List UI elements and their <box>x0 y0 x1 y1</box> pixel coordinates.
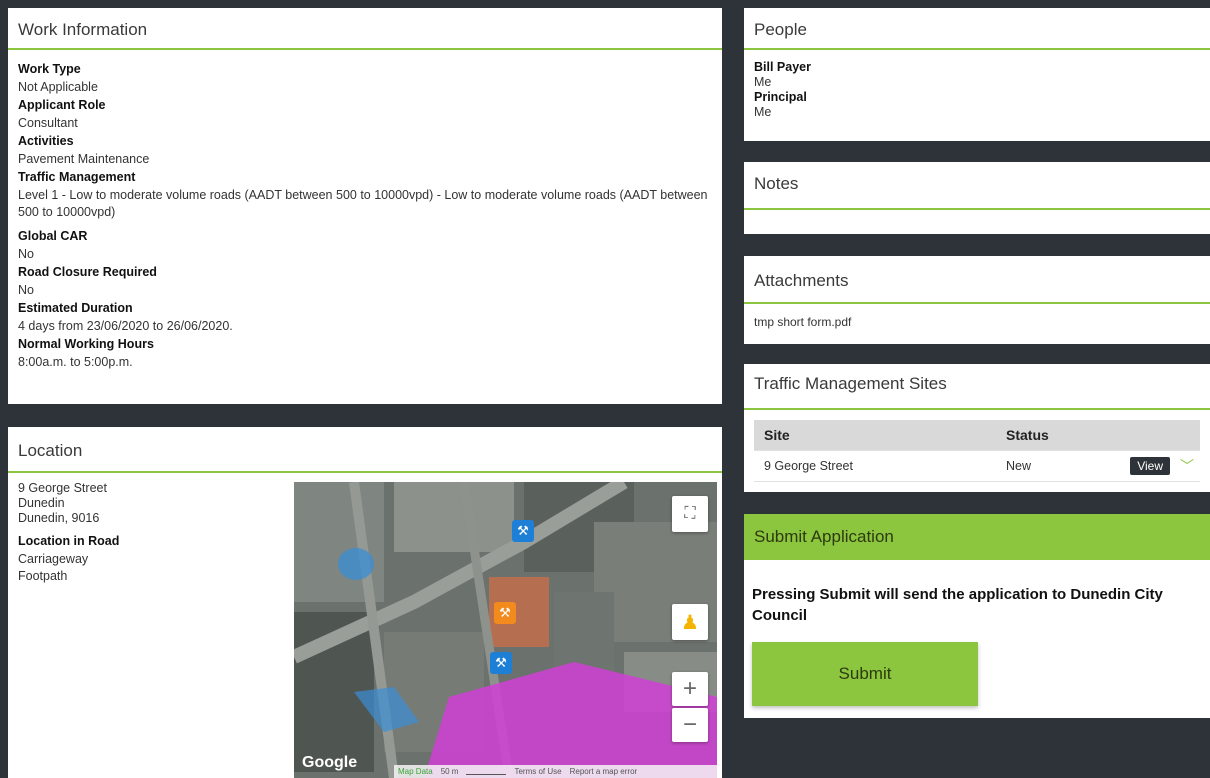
working-hours-value: 8:00a.m. to 5:00p.m. <box>18 355 133 369</box>
attachments-title: Attachments <box>744 256 1210 304</box>
location-in-road-label: Location in Road <box>18 534 120 548</box>
estimated-duration-value: 4 days from 23/06/2020 to 26/06/2020. <box>18 319 233 333</box>
people-title: People <box>744 8 1210 50</box>
global-car-label: Global CAR <box>18 229 88 243</box>
activities-value: Pavement Maintenance <box>18 152 150 166</box>
address-line-1: 9 George Street <box>18 481 107 495</box>
location-map[interactable]: ⚒ ⚒ ⚒ ⛶ ♟ + − Google Map Data 50 m Terms… <box>294 482 717 778</box>
working-hours-label: Normal Working Hours <box>18 337 154 351</box>
road-closure-value: No <box>18 283 34 297</box>
map-scale: 50 m <box>440 767 459 776</box>
chevron-down-icon[interactable]: ﹀ <box>1180 456 1194 476</box>
submit-message: Pressing Submit will send the applicatio… <box>744 560 1210 626</box>
global-car-value: No <box>18 247 34 261</box>
table-row: 9 George Street New View ﹀ <box>754 450 1200 482</box>
work-type-value: Not Applicable <box>18 80 98 94</box>
principal-value: Me <box>754 105 772 119</box>
work-information-panel: Work Information Work Type Not Applicabl… <box>8 8 722 404</box>
applicant-role-label: Applicant Role <box>18 98 106 112</box>
submit-message-pre: Pressing <box>752 586 820 603</box>
satellite-imagery <box>294 482 717 778</box>
report-error-link[interactable]: Report a map error <box>570 767 638 776</box>
submit-message-bold: Submit <box>819 586 871 603</box>
status-cell: New View ﹀ <box>996 450 1200 482</box>
submit-application-panel: Submit Application Pressing Submit will … <box>744 514 1210 718</box>
bill-payer-value: Me <box>754 75 772 89</box>
notes-panel: Notes <box>744 162 1210 234</box>
fullscreen-icon[interactable]: ⛶ <box>672 496 708 532</box>
site-column-header: Site <box>754 420 996 451</box>
map-data-link[interactable]: Map Data <box>398 767 433 776</box>
site-cell: 9 George Street <box>754 450 996 482</box>
map-scale-bar <box>466 769 507 775</box>
status-column-header: Status <box>996 420 1200 451</box>
sites-table: Site Status 9 George Street New View ﹀ <box>754 420 1200 482</box>
road-closure-label: Road Closure Required <box>18 265 157 279</box>
work-type-label: Work Type <box>18 62 81 76</box>
map-footer: Map Data 50 m Terms of Use Report a map … <box>394 765 717 778</box>
submit-application-title: Submit Application <box>744 514 1210 560</box>
work-information-title: Work Information <box>8 8 722 50</box>
zoom-in-button[interactable]: + <box>672 672 708 706</box>
location-title: Location <box>8 427 722 473</box>
address-line-3: Dunedin, 9016 <box>18 511 100 525</box>
bill-payer-label: Bill Payer <box>754 60 811 74</box>
estimated-duration-label: Estimated Duration <box>18 301 133 315</box>
activities-label: Activities <box>18 134 74 148</box>
terms-link[interactable]: Terms of Use <box>514 767 561 776</box>
traffic-management-sites-panel: Traffic Management Sites Site Status 9 G… <box>744 364 1210 492</box>
zoom-out-button[interactable]: − <box>672 708 708 742</box>
notes-title: Notes <box>744 162 1210 210</box>
road-value-carriageway: Carriageway <box>18 552 89 566</box>
submit-button[interactable]: Submit <box>752 642 978 706</box>
tms-title: Traffic Management Sites <box>744 364 1210 410</box>
attachment-link[interactable]: tmp short form.pdf <box>754 314 1200 331</box>
principal-label: Principal <box>754 90 807 104</box>
table-header-row: Site Status <box>754 420 1200 451</box>
people-panel: People Bill Payer Me Principal Me <box>744 8 1210 141</box>
address-line-2: Dunedin <box>18 496 65 510</box>
street-view-pegman-icon[interactable]: ♟ <box>672 604 708 640</box>
traffic-management-value: Level 1 - Low to moderate volume roads (… <box>18 188 708 219</box>
applicant-role-value: Consultant <box>18 116 78 130</box>
traffic-management-label: Traffic Management <box>18 170 136 184</box>
works-marker-blue-2[interactable]: ⚒ <box>490 652 512 674</box>
status-value: New <box>1006 459 1032 473</box>
view-button[interactable]: View <box>1130 457 1170 475</box>
attachments-panel: Attachments tmp short form.pdf <box>744 256 1210 344</box>
road-value-footpath: Footpath <box>18 569 68 583</box>
works-marker-orange[interactable]: ⚒ <box>494 602 516 624</box>
works-marker-blue-1[interactable]: ⚒ <box>512 520 534 542</box>
google-logo: Google <box>302 754 358 771</box>
location-panel: Location 9 George Street Dunedin Dunedin… <box>8 427 722 778</box>
